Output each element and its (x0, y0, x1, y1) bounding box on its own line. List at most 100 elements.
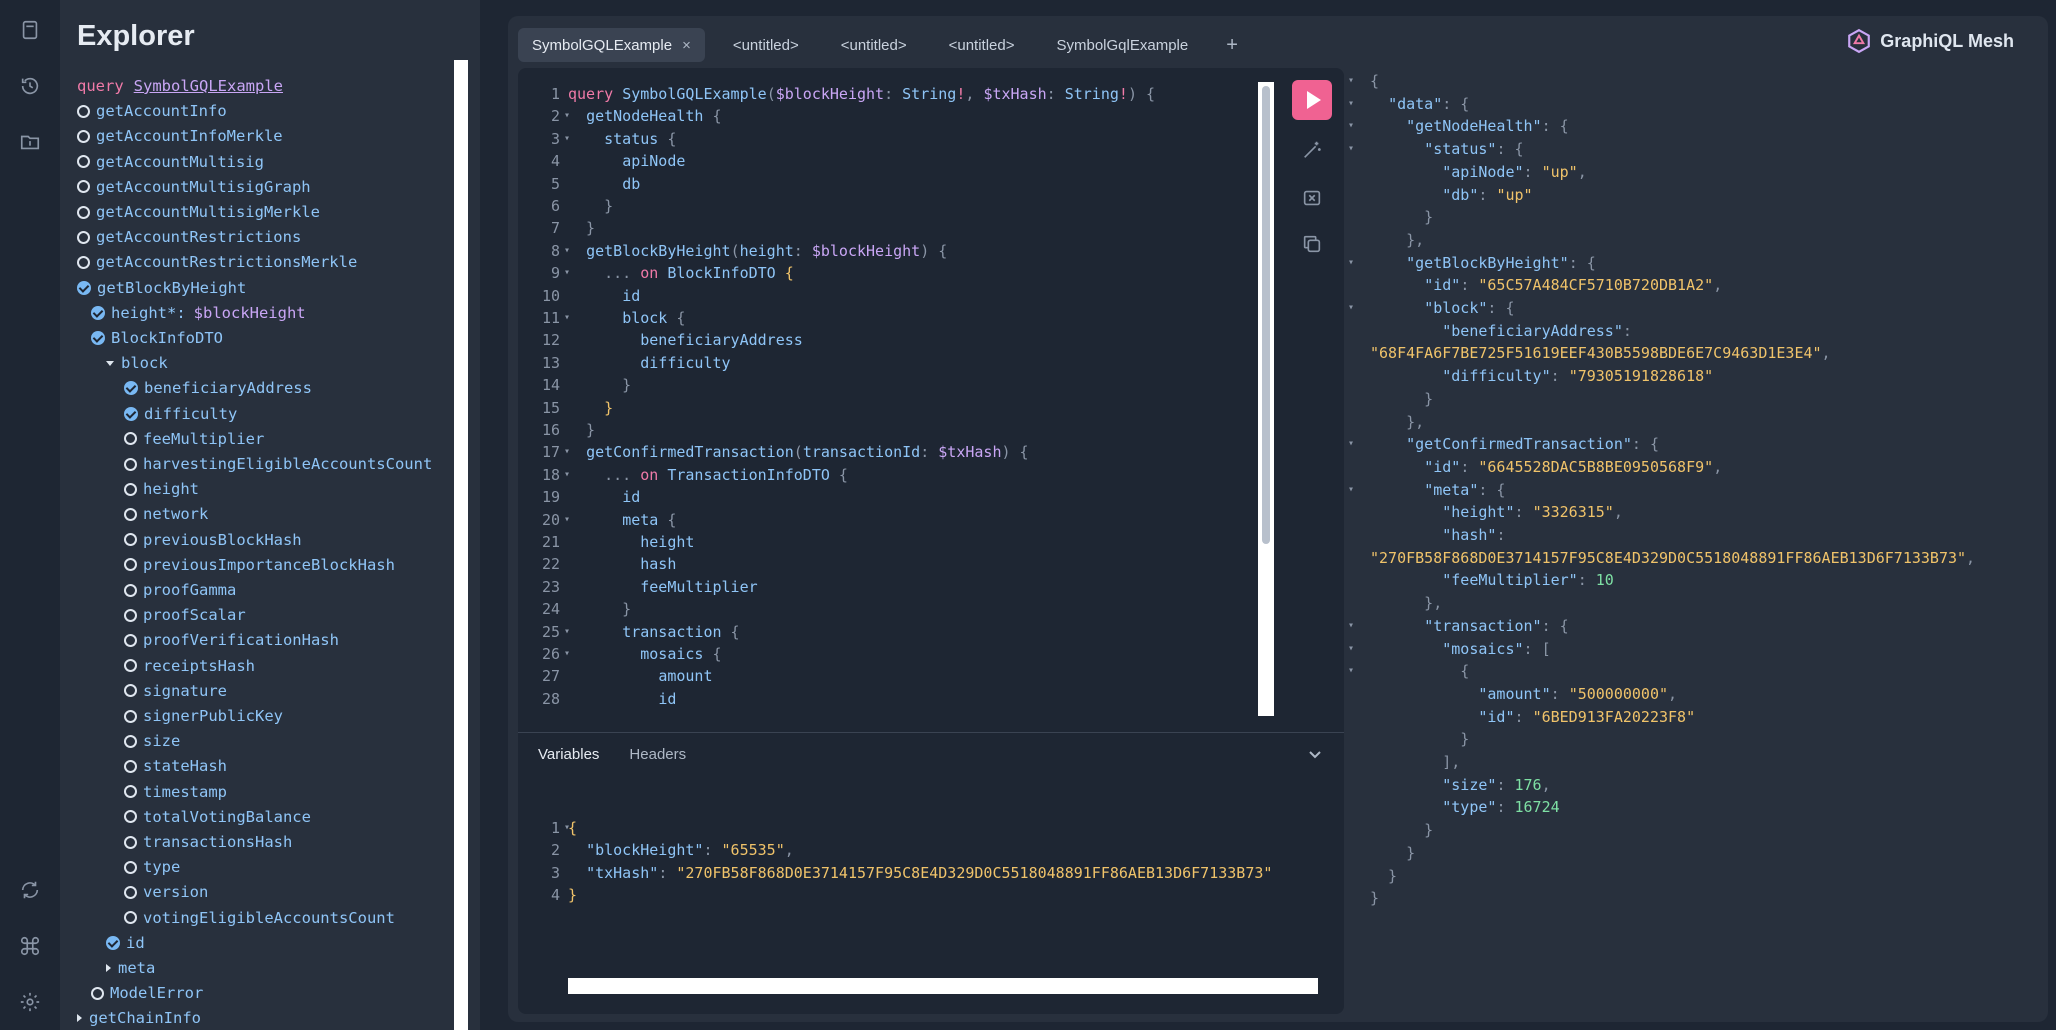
explorer-field[interactable]: id (106, 931, 145, 955)
explorer-field[interactable]: getAccountMultisigGraph (77, 175, 311, 199)
explorer-field[interactable]: block (106, 351, 168, 375)
tab-untitled-1[interactable]: <untitled> (719, 28, 813, 62)
explorer-field[interactable]: beneficiaryAddress (124, 376, 312, 400)
tab-headers[interactable]: Headers (629, 746, 686, 763)
fold-toggle-icon[interactable]: ▾ (1348, 297, 1354, 319)
explorer-field[interactable]: BlockInfoDTO (91, 326, 223, 350)
unchecked-circle-icon[interactable] (77, 255, 90, 269)
explorer-folder-icon[interactable] (14, 126, 46, 158)
prettify-icon[interactable] (1292, 130, 1332, 170)
caret-right-icon[interactable] (106, 964, 111, 972)
editor-scroll-thumb[interactable] (1262, 86, 1270, 544)
fold-toggle-icon[interactable]: ▾ (1348, 479, 1354, 501)
unchecked-circle-icon[interactable] (124, 583, 137, 597)
unchecked-circle-icon[interactable] (124, 785, 137, 799)
unchecked-circle-icon[interactable] (124, 507, 137, 521)
explorer-field[interactable]: transactionsHash (124, 830, 292, 854)
fold-toggle-icon[interactable]: ▾ (1348, 93, 1354, 115)
fold-toggle-icon[interactable]: ▾ (1348, 638, 1354, 660)
explorer-field[interactable]: getAccountRestrictionsMerkle (77, 250, 357, 274)
add-tab-button[interactable]: + (1226, 34, 1238, 57)
unchecked-circle-icon[interactable] (77, 205, 90, 219)
fold-toggle-icon[interactable]: ▾ (1348, 660, 1354, 682)
unchecked-circle-icon[interactable] (124, 885, 137, 899)
explorer-field[interactable]: type (124, 855, 180, 879)
checked-circle-icon[interactable] (91, 331, 105, 345)
explorer-scrollbar[interactable] (454, 60, 468, 1030)
explorer-field[interactable]: meta (106, 956, 155, 980)
tab-variables[interactable]: Variables (538, 746, 599, 763)
checked-circle-icon[interactable] (91, 305, 105, 320)
explorer-field[interactable]: version (124, 880, 208, 904)
docs-icon[interactable] (14, 14, 46, 46)
explorer-field[interactable]: ModelError (91, 981, 203, 1005)
unchecked-circle-icon[interactable] (77, 180, 90, 194)
fold-toggle-icon[interactable]: ▾ (1348, 115, 1354, 137)
unchecked-circle-icon[interactable] (77, 230, 90, 244)
explorer-field[interactable]: previousImportanceBlockHash (124, 553, 395, 577)
explorer-field[interactable]: signerPublicKey (124, 704, 283, 728)
unchecked-circle-icon[interactable] (124, 684, 137, 698)
explorer-field[interactable]: proofScalar (124, 603, 246, 627)
explorer-field[interactable]: getAccountMultisigMerkle (77, 200, 320, 224)
unchecked-circle-icon[interactable] (124, 432, 137, 446)
explorer-field[interactable]: signature (124, 679, 227, 703)
unchecked-circle-icon[interactable] (124, 633, 137, 647)
explorer-field[interactable]: difficulty (124, 402, 237, 426)
explorer-field[interactable]: size (124, 729, 180, 753)
unchecked-circle-icon[interactable] (124, 835, 137, 849)
tab-untitled-3[interactable]: <untitled> (935, 28, 1029, 62)
explorer-field[interactable]: totalVotingBalance (124, 805, 311, 829)
unchecked-circle-icon[interactable] (124, 457, 137, 471)
checked-circle-icon[interactable] (106, 935, 120, 950)
explorer-field[interactable]: height*: $blockHeight (91, 301, 306, 325)
unchecked-circle-icon[interactable] (124, 558, 137, 572)
variables-horizontal-scrollbar[interactable] (568, 978, 1318, 994)
fold-toggle-icon[interactable]: ▾ (1348, 433, 1354, 455)
merge-fragments-icon[interactable] (1292, 178, 1332, 218)
fold-toggle-icon[interactable]: ▾ (1348, 615, 1354, 637)
query-editor[interactable]: 1 query SymbolGQLExample($blockHeight: St… (518, 68, 1278, 728)
copy-query-icon[interactable] (1292, 224, 1332, 264)
explorer-field[interactable]: network (124, 502, 208, 526)
chevron-down-icon[interactable] (1308, 748, 1322, 762)
explorer-field[interactable]: getAccountInfoMerkle (77, 124, 283, 148)
tab-symbolgqlexample-2[interactable]: SymbolGqlExample (1043, 28, 1203, 62)
explorer-field[interactable]: proofVerificationHash (124, 628, 339, 652)
unchecked-circle-icon[interactable] (91, 986, 104, 1000)
refresh-icon[interactable] (14, 874, 46, 906)
unchecked-circle-icon[interactable] (77, 155, 90, 169)
fold-toggle-icon[interactable]: ▾ (1348, 138, 1354, 160)
unchecked-circle-icon[interactable] (124, 659, 137, 673)
explorer-field[interactable]: getChainInfo (77, 1006, 201, 1030)
unchecked-circle-icon[interactable] (124, 533, 137, 547)
run-query-button[interactable] (1292, 80, 1332, 120)
unchecked-circle-icon[interactable] (124, 734, 137, 748)
caret-right-icon[interactable] (77, 1014, 82, 1023)
explorer-field[interactable]: getBlockByHeight (77, 276, 246, 300)
explorer-field[interactable]: timestamp (124, 780, 227, 804)
shortcuts-icon[interactable] (14, 930, 46, 962)
fold-toggle-icon[interactable]: ▾ (1348, 252, 1354, 274)
unchecked-circle-icon[interactable] (124, 709, 137, 723)
unchecked-circle-icon[interactable] (124, 482, 137, 496)
checked-circle-icon[interactable] (124, 406, 138, 421)
caret-down-icon[interactable] (106, 360, 114, 366)
tab-untitled-2[interactable]: <untitled> (827, 28, 921, 62)
explorer-field[interactable]: stateHash (124, 754, 227, 778)
explorer-field[interactable]: getAccountMultisig (77, 150, 264, 174)
explorer-field[interactable]: previousBlockHash (124, 528, 302, 552)
explorer-field[interactable]: harvestingEligibleAccountsCount (124, 452, 432, 476)
unchecked-circle-icon[interactable] (124, 911, 137, 925)
checked-circle-icon[interactable] (124, 381, 138, 396)
explorer-field[interactable]: proofGamma (124, 578, 236, 602)
unchecked-circle-icon[interactable] (124, 608, 137, 622)
operation-header[interactable]: query SymbolGQLExample (77, 74, 283, 98)
explorer-field[interactable]: receiptsHash (124, 654, 255, 678)
settings-icon[interactable] (14, 986, 46, 1018)
fold-toggle-icon[interactable]: ▾ (1348, 70, 1354, 92)
explorer-field[interactable]: votingEligibleAccountsCount (124, 906, 395, 930)
unchecked-circle-icon[interactable] (124, 759, 137, 773)
explorer-field[interactable]: getAccountRestrictions (77, 225, 301, 249)
unchecked-circle-icon[interactable] (77, 129, 90, 143)
